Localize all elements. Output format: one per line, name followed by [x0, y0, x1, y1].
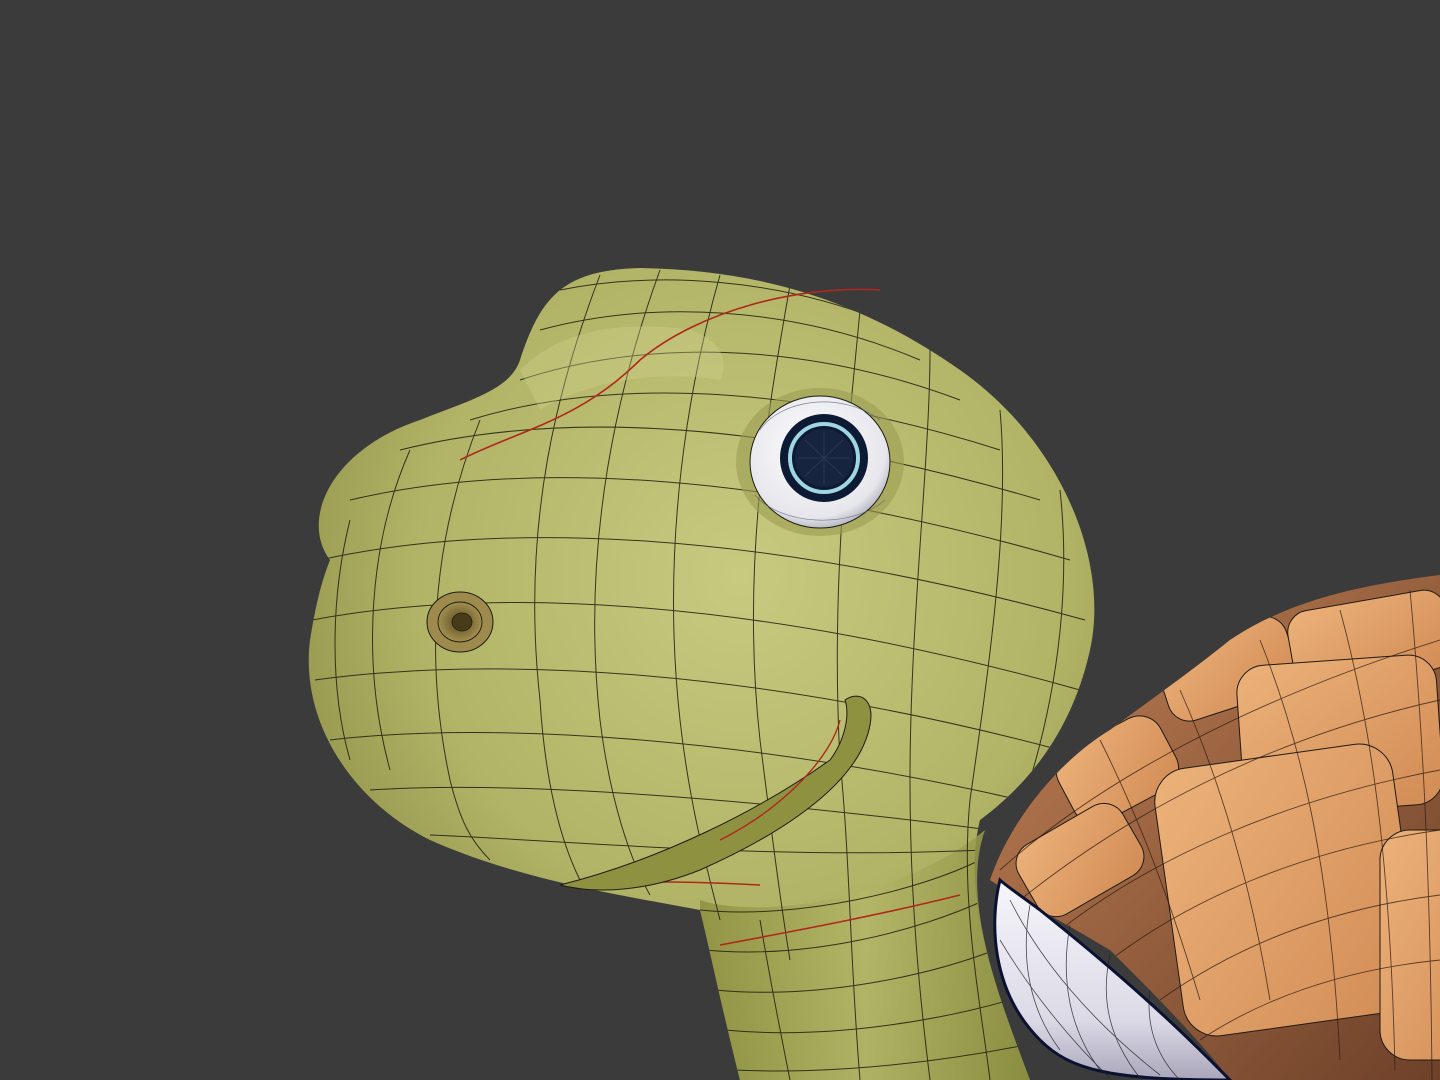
turtle-eye — [736, 388, 904, 536]
turtle-head — [308, 268, 1095, 1080]
turtle-render — [308, 268, 1440, 1080]
3d-viewport[interactable] — [0, 0, 1440, 1080]
turtle-nostril — [426, 591, 494, 653]
